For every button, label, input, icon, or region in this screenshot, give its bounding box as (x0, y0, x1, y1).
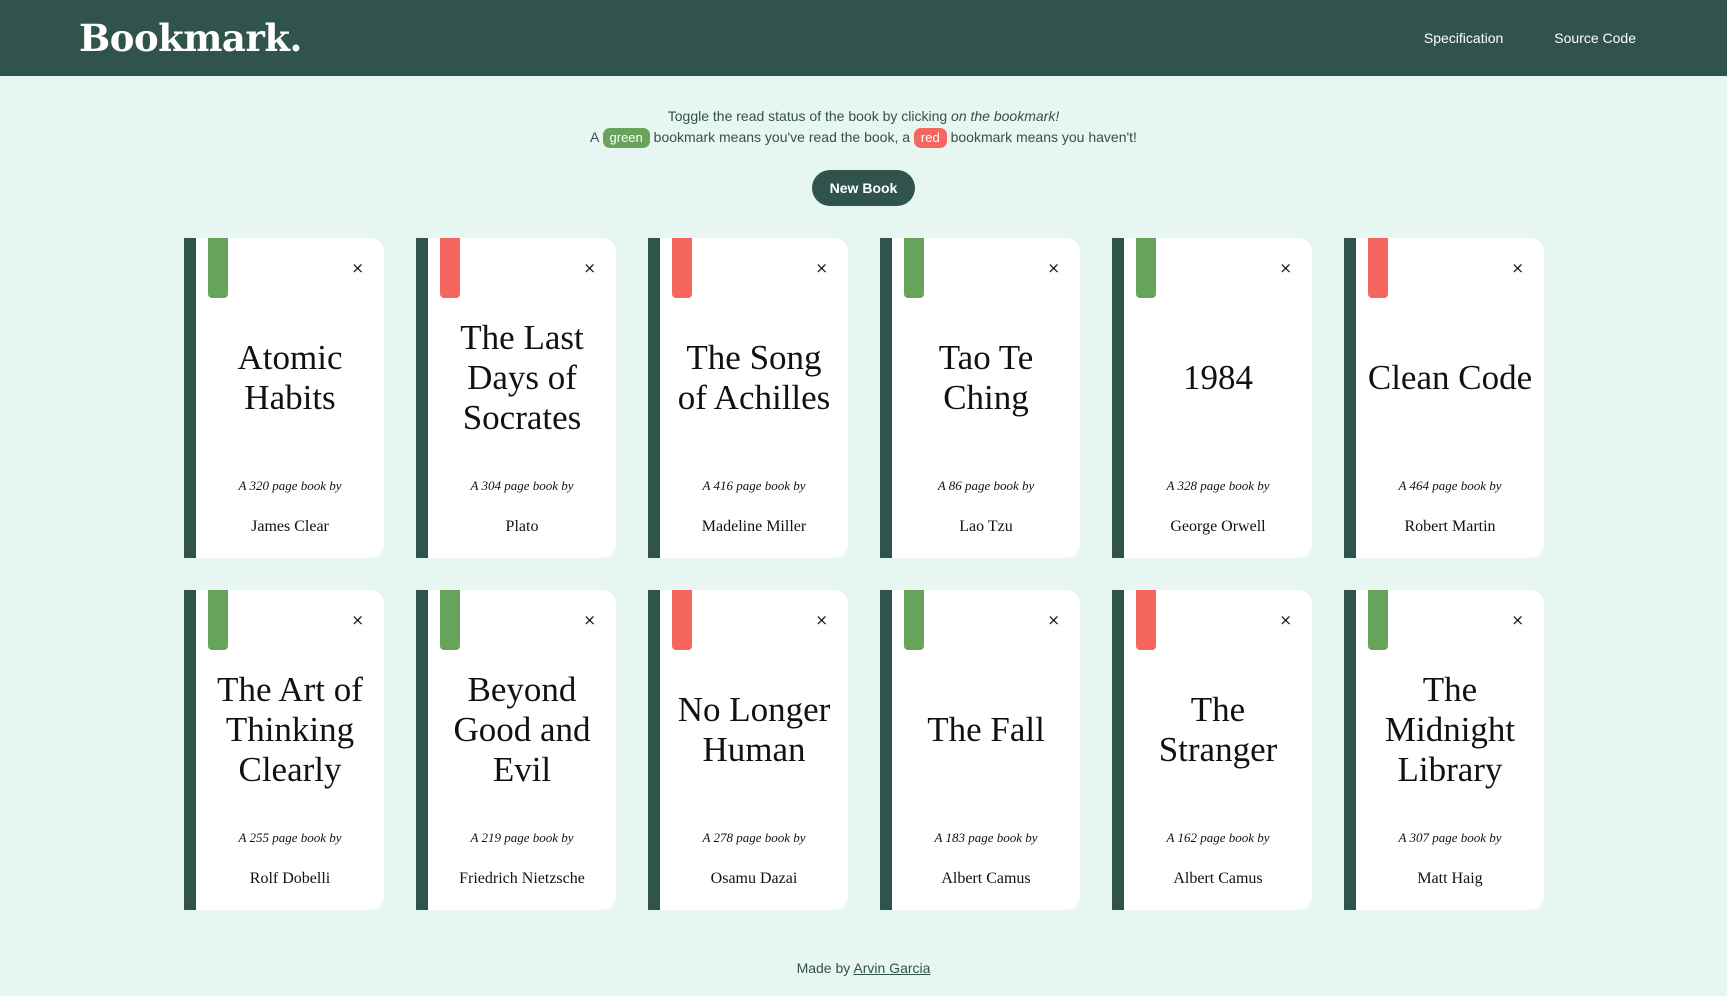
book-author: Friedrich Nietzsche (459, 870, 585, 887)
book-title: The Art of Thinking Clearly (217, 670, 363, 789)
bookmark-toggle[interactable] (208, 590, 228, 650)
close-icon[interactable]: × (351, 611, 364, 629)
book-author: Albert Camus (1173, 870, 1263, 887)
book-pages: A 320 page book by (238, 478, 342, 493)
book-title: The Fall (927, 710, 1045, 749)
book-title: The Stranger (1158, 690, 1278, 769)
book-author: Plato (505, 518, 539, 535)
new-book-wrapper: New Book (0, 170, 1727, 206)
bookmark-toggle[interactable] (672, 238, 692, 298)
book-pages: A 183 page book by (934, 830, 1038, 845)
bookmark-toggle[interactable] (672, 590, 692, 650)
book-author: James Clear (251, 518, 329, 535)
book-card: × Clean Code A 464 page book by Robert Mart… (1344, 238, 1544, 558)
book-card: × The Song of Achilles A 416 page book by M… (648, 238, 848, 558)
book-title: Atomic Habits (237, 338, 343, 417)
instruction-text: bookmark means you haven't! (946, 129, 1137, 145)
book-pages: A 255 page book by (238, 830, 342, 845)
green-legend-badge: green (602, 128, 650, 148)
instruction-text: bookmark means you've read the book, a (649, 129, 914, 145)
book-card: × The Midnight Library A 307 page book by M… (1344, 590, 1544, 910)
book-pages: A 162 page book by (1166, 830, 1270, 845)
book-title: The Song of Achilles (677, 338, 831, 417)
instruction-text: A (590, 129, 603, 145)
book-pages: A 328 page book by (1166, 478, 1270, 493)
close-icon[interactable]: × (1279, 611, 1292, 629)
close-icon[interactable]: × (1279, 259, 1292, 277)
bookmark-toggle[interactable] (440, 590, 460, 650)
book-title: Tao Te Ching (938, 338, 1034, 417)
close-icon[interactable]: × (583, 611, 596, 629)
new-book-button[interactable]: New Book (811, 170, 916, 206)
bookmark-toggle[interactable] (904, 590, 924, 650)
top-header: Bookmark. Specification Source Code (0, 0, 1727, 76)
bookmark-toggle[interactable] (904, 238, 924, 298)
book-card: × Atomic Habits A 320 page book by James Cl… (184, 238, 384, 558)
book-title: 1984 (1183, 358, 1253, 397)
book-title: The Midnight Library (1384, 670, 1516, 789)
bookmark-toggle[interactable] (1136, 238, 1156, 298)
book-pages: A 278 page book by (702, 830, 806, 845)
close-icon[interactable]: × (583, 259, 596, 277)
book-pages: A 86 page book by (937, 478, 1035, 493)
book-card: × The Last Days of Socrates A 304 page boo… (416, 238, 616, 558)
close-icon[interactable]: × (1511, 611, 1524, 629)
book-title: The Last Days of Socrates (460, 318, 584, 437)
close-icon[interactable]: × (815, 611, 828, 629)
close-icon[interactable]: × (1511, 259, 1524, 277)
book-author: Madeline Miller (701, 518, 807, 535)
instruction-line-1: Toggle the read status of the book by cl… (0, 106, 1727, 127)
book-author: Osamu Dazai (710, 870, 798, 887)
bookmark-toggle[interactable] (1368, 238, 1388, 298)
book-author: Lao Tzu (959, 518, 1013, 535)
bookmark-toggle[interactable] (1136, 590, 1156, 650)
book-pages: A 464 page book by (1398, 478, 1502, 493)
close-icon[interactable]: × (1047, 611, 1060, 629)
bookmark-toggle[interactable] (1368, 590, 1388, 650)
book-card: × The Stranger A 162 page book by Albert Ca… (1112, 590, 1312, 910)
book-title: Beyond Good and Evil (453, 670, 591, 789)
book-author: Matt Haig (1417, 870, 1483, 887)
book-pages: A 307 page book by (1398, 830, 1502, 845)
book-card: × Beyond Good and Evil A 219 page book by F… (416, 590, 616, 910)
book-author: Albert Camus (941, 870, 1031, 887)
book-card: × Tao Te Ching A 86 page book by Lao Tzu (880, 238, 1080, 558)
instruction-emphasis: on the bookmark! (951, 108, 1060, 124)
nav-specification-link[interactable]: Specification (1424, 30, 1503, 46)
book-author: Robert Martin (1404, 518, 1496, 535)
book-title: No Longer Human (677, 690, 831, 769)
red-legend-badge: red (913, 128, 947, 148)
book-author: Rolf Dobelli (249, 870, 331, 887)
book-card: × The Art of Thinking Clearly A 255 page b… (184, 590, 384, 910)
book-card: × The Fall A 183 page book by Albert Camus (880, 590, 1080, 910)
book-author: George Orwell (1170, 518, 1266, 535)
instructions: Toggle the read status of the book by cl… (0, 106, 1727, 148)
book-card: × 1984 A 328 page book by George Orwell (1112, 238, 1312, 558)
close-icon[interactable]: × (815, 259, 828, 277)
book-pages: A 219 page book by (470, 830, 574, 845)
book-title: Clean Code (1367, 358, 1533, 397)
nav-source-code-link[interactable]: Source Code (1554, 30, 1636, 46)
book-grid: × Atomic Habits A 320 page book by James Cl… (184, 238, 1544, 910)
book-pages: A 304 page book by (470, 478, 574, 493)
close-icon[interactable]: × (351, 259, 364, 277)
bookmark-toggle[interactable] (208, 238, 228, 298)
footer: Made by Arvin Garcia (0, 960, 1727, 976)
book-card: × No Longer Human A 278 page book by Osamu … (648, 590, 848, 910)
author-link[interactable]: Arvin Garcia (853, 960, 930, 976)
top-nav: Specification Source Code (1424, 30, 1636, 46)
close-icon[interactable]: × (1047, 259, 1060, 277)
footer-text: Made by (796, 960, 854, 976)
app-logo: Bookmark. (79, 16, 302, 60)
instruction-line-2: A green bookmark means you've read the b… (0, 127, 1727, 148)
book-pages: A 416 page book by (702, 478, 806, 493)
instruction-text: Toggle the read status of the book by cl… (667, 108, 952, 124)
bookmark-toggle[interactable] (440, 238, 460, 298)
